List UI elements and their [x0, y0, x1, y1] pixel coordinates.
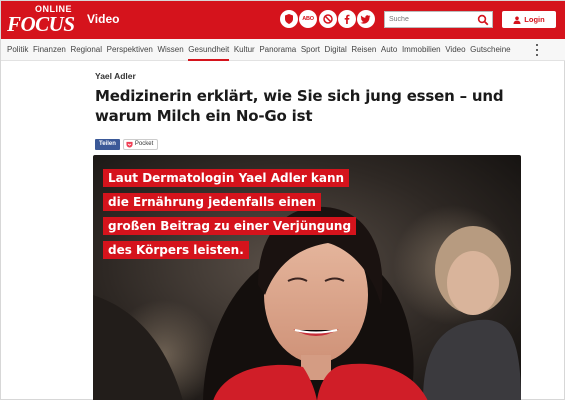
nav-item-reisen[interactable]: Reisen [351, 39, 376, 61]
search-box [384, 11, 493, 28]
article-author[interactable]: Yael Adler [95, 71, 136, 81]
article-headline: Medizinerin erklärt, wie Sie sich jung e… [95, 87, 504, 125]
pocket-icon [126, 141, 133, 148]
nav-item-panorama[interactable]: Panorama [259, 39, 296, 61]
ad-icon[interactable] [319, 10, 337, 28]
pocket-button[interactable]: Pocket [122, 139, 159, 150]
nav-item-finanzen[interactable]: Finanzen [33, 39, 66, 61]
caption-line: Laut Dermatologin Yael Adler kann [103, 169, 350, 187]
nav-item-immobilien[interactable]: Immobilien [402, 39, 441, 61]
login-label: Login [524, 15, 545, 24]
section-title[interactable]: Video [87, 12, 119, 26]
video-caption: Laut Dermatologin Yael Adler kann die Ern… [103, 169, 357, 265]
nav-item-regional[interactable]: Regional [70, 39, 102, 61]
caption-line: großen Beitrag zu einer Verjüngung [103, 217, 357, 235]
nav-item-kultur[interactable]: Kultur [234, 39, 255, 61]
nav-item-gutscheine[interactable]: Gutscheine [470, 39, 510, 61]
user-icon [513, 16, 521, 24]
facebook-icon[interactable] [338, 10, 356, 28]
pocket-label: Pocket [134, 141, 154, 147]
nav-item-perspektiven[interactable]: Perspektiven [107, 39, 153, 61]
nav-item-gesundheit[interactable]: Gesundheit [188, 39, 230, 61]
caption-line: des Körpers leisten. [103, 241, 249, 259]
nav-item-video[interactable]: Video [445, 39, 465, 61]
focus-online-logo[interactable]: ONLINE FOCUS [7, 4, 77, 36]
nav-list: Politik Finanzen Regional Perspektiven Wisse… [7, 39, 515, 61]
shield-icon[interactable] [280, 10, 298, 28]
search-input[interactable] [385, 12, 473, 27]
nav-item-sport[interactable]: Sport [301, 39, 320, 61]
category-nav: Politik Finanzen Regional Perspektiven Wisse… [1, 39, 565, 61]
caption-line: die Ernährung jedenfalls einen [103, 193, 321, 211]
nav-item-politik[interactable]: Politik [7, 39, 28, 61]
share-row: Teilen Pocket [95, 139, 159, 150]
twitter-icon[interactable] [357, 10, 375, 28]
nav-item-auto[interactable]: Auto [381, 39, 397, 61]
nav-item-wissen[interactable]: Wissen [157, 39, 183, 61]
login-button[interactable]: Login [502, 11, 556, 28]
abo-label: ABO [302, 16, 314, 22]
search-icon[interactable] [477, 14, 489, 26]
top-header: ONLINE FOCUS Video ABO Login [1, 1, 565, 39]
facebook-share-button[interactable]: Teilen [95, 139, 120, 150]
nav-item-digital[interactable]: Digital [325, 39, 347, 61]
video-player[interactable]: Laut Dermatologin Yael Adler kann die Ern… [93, 155, 521, 400]
abo-icon[interactable]: ABO [299, 10, 317, 28]
more-menu-icon[interactable] [534, 44, 540, 56]
logo-focus-text: FOCUS [7, 12, 75, 36]
